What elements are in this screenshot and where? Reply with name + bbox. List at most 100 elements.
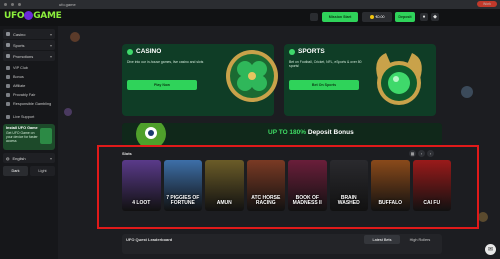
affiliate-icon	[6, 83, 10, 88]
sidebar-item-label: Promotions	[13, 53, 34, 59]
sidebar-item-label: Sports	[13, 42, 25, 48]
promo-text: UP TO 180% Deposit Bonus	[268, 129, 354, 136]
theme-light-button[interactable]: Light	[30, 166, 55, 176]
profile-button[interactable]: Work	[477, 1, 497, 7]
slot-game-tile[interactable]: CAI FU	[412, 160, 451, 211]
slot-game-tile[interactable]: BOOK OF MADNESS II	[288, 160, 327, 211]
address-bar[interactable]: ufo.game	[59, 2, 76, 7]
sidebar-item-label: Live Support	[13, 114, 35, 119]
play-now-button[interactable]: Play Now	[127, 80, 197, 90]
prev-arrow-icon[interactable]: ‹	[418, 150, 425, 157]
sports-card[interactable]: SPORTS Bet on Football, Cricket, NFL, eS…	[284, 44, 436, 116]
casino-chip-icon	[127, 48, 133, 55]
planet-decoration	[70, 32, 80, 42]
sports-emblem-icon	[376, 53, 422, 105]
logo-text: UFO	[4, 11, 25, 21]
sidebar-item-bonus[interactable]: Bonus	[3, 72, 55, 81]
leaderboard-section: UFO Quest Leaderboard Latest Bets High R…	[122, 234, 442, 254]
slot-game-title: BUFFALO	[378, 200, 403, 206]
clover-emblem-icon	[226, 50, 278, 102]
slot-game-tile[interactable]: BUFFALO	[371, 160, 410, 211]
slot-game-title: 7 PIGGIES OF FORTUNE	[166, 195, 200, 206]
sidebar-item-label: Responsible Gambling	[13, 101, 52, 106]
sports-icon	[6, 43, 10, 47]
sidebar-item-label: VIP Club	[13, 65, 28, 70]
vip-icon	[6, 65, 10, 70]
sidebar-item-label: Bonus	[13, 74, 24, 79]
search-icon[interactable]	[310, 13, 318, 21]
sidebar-item-responsible-gambling[interactable]: Responsible Gambling	[3, 99, 55, 108]
heart-icon	[6, 101, 10, 106]
shield-icon	[6, 92, 10, 97]
sports-card-desc: Bet on Football, Cricket, NFL, eSports &…	[289, 60, 362, 69]
casino-card-desc: Dive into our in-house games, live casin…	[127, 60, 204, 64]
browser-nav	[4, 3, 21, 6]
planet-decoration	[461, 86, 473, 98]
mission-start-button[interactable]: Mission Start	[322, 12, 358, 22]
logo-ufo-icon	[24, 11, 34, 20]
sidebar-item-vip-club[interactable]: VIP Club	[3, 63, 55, 72]
forward-icon[interactable]	[11, 3, 14, 6]
balance-display[interactable]: €0.00	[362, 12, 392, 22]
chat-support-icon[interactable]: ✉	[485, 244, 496, 255]
slots-list: 4 LOOT 7 PIGGIES OF FORTUNE AMUN ATC HORSE …	[122, 160, 451, 211]
next-arrow-icon[interactable]: ›	[427, 150, 434, 157]
slot-game-tile[interactable]: 4 LOOT	[122, 160, 161, 211]
reload-icon[interactable]	[18, 3, 21, 6]
leaderboard-tabs: Latest Bets High Rollers	[364, 235, 438, 244]
slot-game-title: BRAIN WASHED	[337, 195, 360, 206]
chevron-down-icon: ▾	[49, 53, 52, 59]
slot-game-title: 4 LOOT	[132, 200, 151, 206]
casino-icon	[6, 32, 10, 36]
language-select[interactable]: ◍ English ▾	[3, 153, 55, 163]
coin-icon	[369, 15, 374, 19]
slot-game-tile[interactable]: ATC HORSE RACING	[246, 160, 285, 211]
slot-game-title: BOOK OF MADNESS II	[292, 195, 322, 206]
tab-high-rollers[interactable]: High Rollers	[402, 235, 438, 244]
notifications-icon[interactable]: ◆	[431, 13, 439, 21]
bet-on-sports-button[interactable]: Bet On Sports	[289, 80, 359, 90]
user-icon[interactable]: ●	[420, 13, 428, 21]
back-icon[interactable]	[4, 3, 7, 6]
sidebar-item-provably-fair[interactable]: Provably Fair	[3, 90, 55, 99]
slot-game-title: ATC HORSE RACING	[251, 195, 281, 206]
theme-dark-button[interactable]: Dark	[3, 166, 28, 176]
sidebar-item-label: Affiliate	[13, 83, 26, 88]
sidebar-item-live-support[interactable]: Live Support	[3, 112, 55, 121]
sidebar-item-label: Provably Fair	[13, 92, 36, 97]
slot-game-tile[interactable]: AMUN	[205, 160, 244, 211]
promo-highlight: UP TO 180%	[268, 129, 307, 136]
show-all-button[interactable]: ▦	[409, 150, 416, 157]
slot-game-title: CAI FU	[423, 200, 441, 206]
promotions-icon	[6, 54, 10, 58]
install-app-banner[interactable]: Install UFO Game Get UFO Game on your de…	[3, 124, 55, 150]
alien-mascot-icon	[136, 123, 166, 145]
sidebar-item-casino[interactable]: Casino ▾	[3, 29, 55, 39]
globe-icon: ◍	[6, 155, 10, 161]
sidebar-item-sports[interactable]: Sports ▾	[3, 40, 55, 50]
chevron-down-icon: ▾	[49, 42, 52, 48]
sidebar-item-label: Casino	[13, 31, 26, 37]
deposit-bonus-banner[interactable]: UP TO 180% Deposit Bonus	[122, 123, 442, 145]
site-logo[interactable]: UFO GAME	[4, 11, 62, 21]
balance-value: €0.00	[375, 15, 385, 19]
casino-card-title: CASINO	[127, 48, 161, 55]
slots-carousel-controls: ▦ ‹ ›	[409, 150, 434, 157]
sidebar-item-promotions[interactable]: Promotions ▾	[3, 51, 55, 61]
deposit-button[interactable]: Deposit	[395, 12, 415, 22]
slot-game-tile[interactable]: BRAIN WASHED	[329, 160, 368, 211]
sidebar-item-affiliate[interactable]: Affiliate	[3, 81, 55, 90]
slots-section-title: Slots	[122, 151, 132, 156]
sports-title-text: SPORTS	[298, 48, 325, 55]
slot-game-title: AMUN	[216, 200, 232, 206]
browser-bar: ufo.game Work	[0, 0, 500, 9]
chevron-down-icon: ▾	[49, 155, 52, 161]
slot-game-tile[interactable]: 7 PIGGIES OF FORTUNE	[163, 160, 202, 211]
main-content: CASINO Dive into our in-house games, liv…	[58, 26, 500, 259]
tab-latest-bets[interactable]: Latest Bets	[364, 235, 400, 244]
theme-toggle: Dark Light	[3, 166, 55, 176]
leaderboard-title: UFO Quest Leaderboard	[126, 237, 173, 242]
sidebar: Casino ▾ Sports ▾ Promotions ▾ VIP Club …	[0, 26, 58, 259]
phone-icon	[40, 128, 52, 144]
chevron-down-icon: ▾	[49, 31, 52, 37]
